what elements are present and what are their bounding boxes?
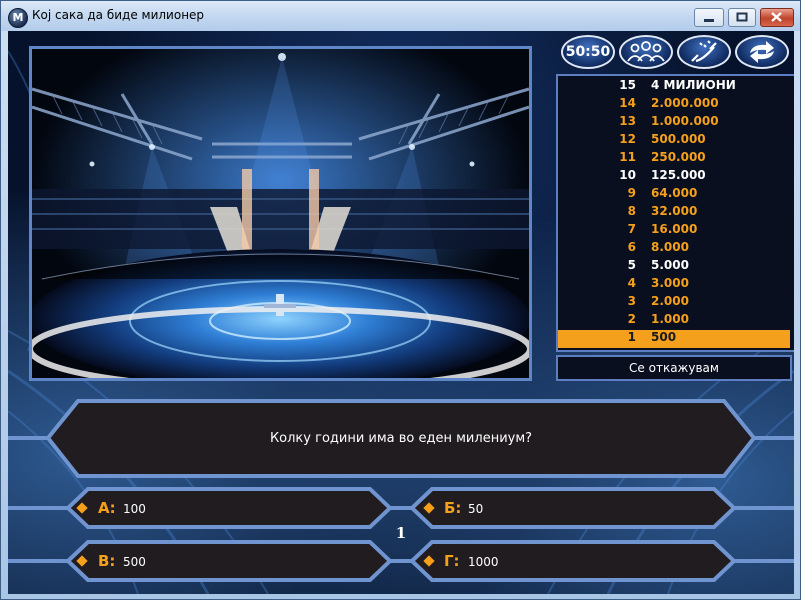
app-logo-icon: M xyxy=(8,8,28,28)
app-window: M Кој сака да биде милионер 50:50 15 4 М… xyxy=(0,0,801,600)
answer-d-text: 1000 xyxy=(468,555,499,569)
minimize-icon xyxy=(704,19,714,22)
minimize-button[interactable] xyxy=(694,8,724,27)
answer-c-label: В: xyxy=(98,552,116,570)
game-area: 50:50 15 4 МИЛИОНИ 14 2.000.000 13 1.000… xyxy=(8,31,794,594)
close-button[interactable] xyxy=(760,8,794,27)
answer-d-frame xyxy=(409,540,737,582)
title-bar[interactable]: M Кој сака да биде милионер xyxy=(1,1,800,31)
answer-a-text: 100 xyxy=(123,502,146,516)
answer-c-frame xyxy=(65,540,393,582)
answer-b-label: Б: xyxy=(444,499,462,517)
answer-d-label: Г: xyxy=(444,552,460,570)
answer-c-text: 500 xyxy=(123,555,146,569)
question-text: Колку години има во еден милениум? xyxy=(269,431,533,446)
question-number: 1 xyxy=(395,524,407,542)
maximize-icon xyxy=(736,12,748,22)
answer-a-frame xyxy=(65,487,393,529)
maximize-button[interactable] xyxy=(728,8,756,27)
answer-b-text: 50 xyxy=(468,502,484,516)
answer-a-label: А: xyxy=(98,499,116,517)
window-title: Кој сака да биде милионер xyxy=(32,8,205,22)
close-icon xyxy=(771,12,782,22)
